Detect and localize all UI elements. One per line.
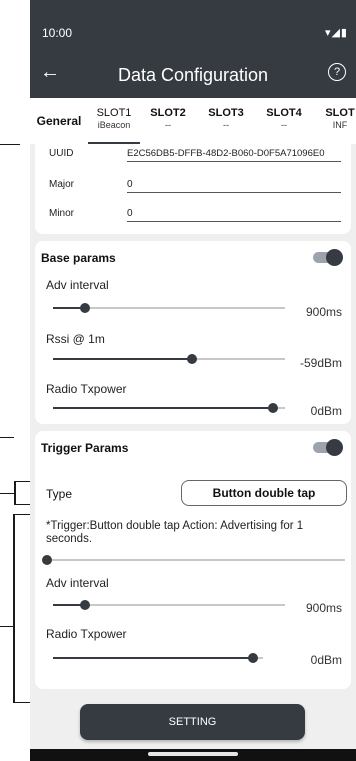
tab-bar: General SLOT1 iBeacon SLOT2 -- SLOT3 -- … xyxy=(30,98,356,144)
tab-slot4[interactable]: SLOT4 -- xyxy=(259,98,309,144)
annotation-bracket xyxy=(14,481,16,505)
toggle-knob xyxy=(326,249,343,266)
status-time: 10:00 xyxy=(42,26,73,40)
adv-interval-label: Adv interval xyxy=(46,278,109,292)
tab-slot3[interactable]: SLOT3 -- xyxy=(201,98,251,144)
tab-slot1[interactable]: SLOT1 iBeacon xyxy=(88,98,140,144)
annotation-line xyxy=(0,626,13,627)
tx-power-value: 0dBm xyxy=(310,404,342,418)
tx-power-slider[interactable] xyxy=(53,401,285,415)
setting-button[interactable]: SETTING xyxy=(80,704,305,740)
major-field[interactable]: 0 xyxy=(127,179,341,193)
trigger-adv-interval-slider[interactable] xyxy=(53,598,285,612)
annotation-line xyxy=(14,504,30,505)
tab-label: SLOT4 xyxy=(266,107,302,119)
slider-fill xyxy=(53,657,253,659)
system-nav-bar xyxy=(30,749,356,761)
tab-sublabel: -- xyxy=(165,120,171,130)
status-bar: 10:00 ▾◢▮ xyxy=(30,0,356,52)
duration-slider[interactable] xyxy=(42,553,345,567)
adv-interval-value: 900ms xyxy=(305,305,342,319)
tab-slot5[interactable]: SLOT INF xyxy=(315,98,356,144)
tab-label: SLOT xyxy=(325,107,355,119)
tx-power-label: Radio Txpower xyxy=(46,382,127,396)
adv-interval-slider[interactable] xyxy=(53,301,285,315)
rssi-value: -59dBm xyxy=(299,356,342,370)
tab-label: SLOT3 xyxy=(208,107,244,119)
slider-fill xyxy=(53,407,274,409)
slider-thumb[interactable] xyxy=(80,303,91,313)
tab-slot2[interactable]: SLOT2 -- xyxy=(143,98,193,144)
trigger-params-toggle[interactable] xyxy=(311,439,343,456)
slider-fill xyxy=(53,358,193,360)
trigger-tx-power-slider[interactable] xyxy=(53,651,263,665)
ibeacon-card: UUID E2C56DB5-DFFB-48D2-B060-D0F5A71096E… xyxy=(35,144,351,234)
uuid-field[interactable]: E2C56DB5-DFFB-48D2-B060-D0F5A71096E0 xyxy=(127,148,341,162)
slider-thumb[interactable] xyxy=(80,600,91,610)
annotation-bracket xyxy=(13,514,15,703)
tab-label: SLOT2 xyxy=(150,107,186,119)
tab-general[interactable]: General xyxy=(30,98,88,144)
base-params-toggle[interactable] xyxy=(311,249,343,266)
tab-sublabel: iBeacon xyxy=(97,120,131,130)
tab-sublabel: INF xyxy=(332,120,348,130)
rssi-slider[interactable] xyxy=(53,352,285,366)
slider-thumb[interactable] xyxy=(187,354,198,364)
slider-track xyxy=(47,559,345,561)
base-params-card: Base params Adv interval 900ms Rssi @ 1m… xyxy=(35,241,351,424)
page-title: Data Configuration xyxy=(117,65,269,85)
minor-field[interactable]: 0 xyxy=(127,208,341,222)
trigger-adv-interval-value: 900ms xyxy=(305,601,342,615)
status-icons: ▾◢▮ xyxy=(324,27,348,39)
help-circle-icon[interactable]: ? xyxy=(328,63,346,81)
annotation-line xyxy=(0,493,14,494)
minor-label: Minor xyxy=(49,208,75,219)
trigger-type-select[interactable]: Button double tap xyxy=(181,480,347,506)
trigger-tx-power-label: Radio Txpower xyxy=(46,627,127,641)
trigger-description: *Trigger:Button double tap Action: Adver… xyxy=(46,520,304,545)
base-params-title: Base params xyxy=(41,251,116,265)
slider-thumb[interactable] xyxy=(247,653,258,663)
trigger-adv-interval-label: Adv interval xyxy=(46,576,109,590)
major-label: Major xyxy=(49,179,75,190)
annotation-line xyxy=(14,481,30,482)
tab-sublabel: -- xyxy=(223,120,229,130)
annotation-line xyxy=(0,144,20,145)
type-label: Type xyxy=(46,487,73,501)
trigger-params-card: Trigger Params Type Button double tap *T… xyxy=(35,431,351,689)
trigger-tx-power-value: 0dBm xyxy=(310,653,342,667)
rssi-label: Rssi @ 1m xyxy=(46,332,105,346)
tab-label: General xyxy=(36,114,82,128)
tab-sublabel: -- xyxy=(281,120,287,130)
annotation-line xyxy=(13,702,30,703)
trigger-params-title: Trigger Params xyxy=(41,441,129,455)
app-bar: ← Data Configuration ? xyxy=(30,52,356,98)
slider-thumb[interactable] xyxy=(42,555,52,565)
phone-screen: 10:00 ▾◢▮ ← Data Configuration ? General… xyxy=(30,0,356,761)
tab-label: SLOT1 xyxy=(96,107,132,119)
annotation-line xyxy=(0,437,14,438)
toggle-knob xyxy=(326,439,343,456)
slider-thumb[interactable] xyxy=(268,403,279,413)
home-indicator[interactable] xyxy=(148,752,238,756)
uuid-label: UUID xyxy=(49,148,74,159)
annotation-line xyxy=(13,514,30,515)
